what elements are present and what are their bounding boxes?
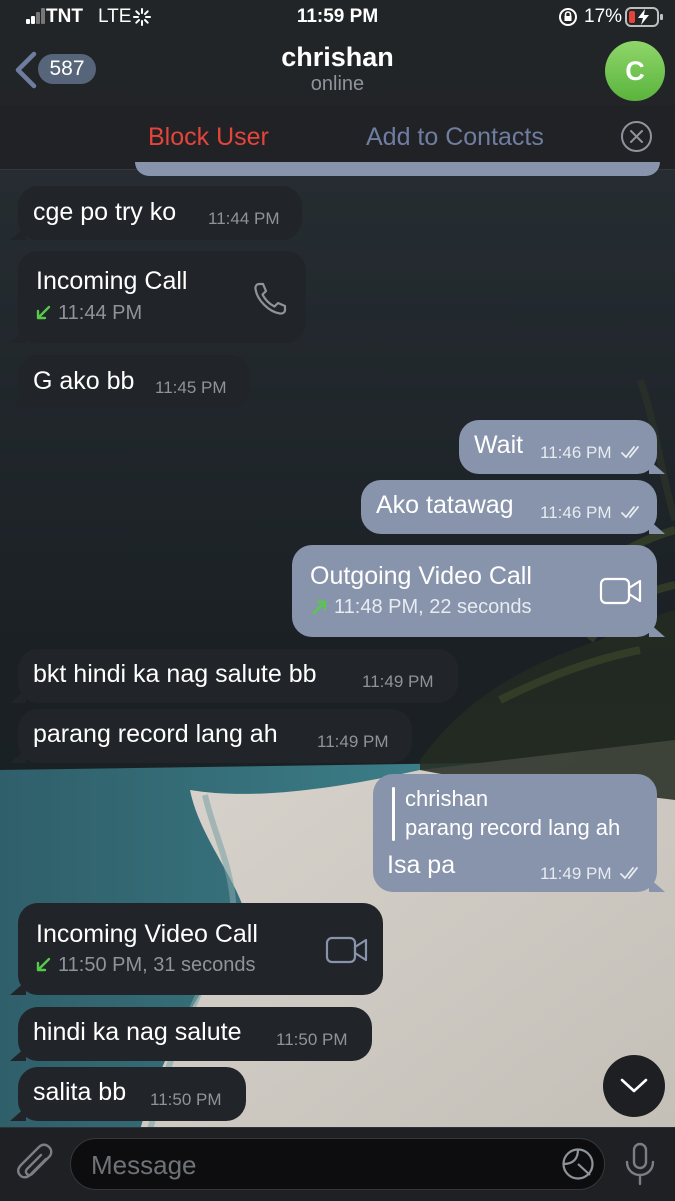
avatar[interactable]: C (605, 41, 665, 101)
add-to-contacts-button[interactable]: Add to Contacts (366, 123, 544, 152)
message-time: 11:46 PM (540, 443, 612, 462)
message-text: cge po try ko (33, 198, 177, 226)
reply-quoted-text: parang record lang ah (405, 815, 621, 840)
bubble-tail (649, 623, 665, 637)
call-bubble-incoming[interactable]: Incoming Call 11:44 PM (10, 251, 306, 343)
outgoing-arrow-icon (312, 600, 327, 615)
bubble-tail (10, 329, 26, 343)
call-bubble-outgoing[interactable]: Outgoing Video Call 11:48 PM, 22 seconds (292, 545, 665, 637)
video-camera-icon[interactable] (599, 576, 643, 606)
orientation-lock-icon (559, 8, 577, 26)
reply-quote-bar (392, 787, 395, 841)
chat-title[interactable]: chrishan (0, 42, 675, 73)
call-bubble-incoming[interactable]: Incoming Video Call 11:50 PM, 31 seconds (10, 903, 383, 995)
top-bar: TNT LTE 11:59 PM 17% 587 chrishan online… (0, 0, 675, 106)
message-text: hindi ka nag salute (33, 1018, 242, 1046)
message-input-bar: Message (0, 1127, 675, 1201)
bubble-tail (10, 749, 26, 763)
chevron-down-icon (620, 1078, 648, 1093)
call-title: Incoming Video Call (36, 920, 258, 948)
message-time: 11:49 PM (540, 864, 612, 883)
incoming-arrow-icon (36, 305, 51, 320)
message-placeholder: Message (91, 1150, 197, 1180)
message-time: 11:50 PM (150, 1090, 222, 1109)
bubble-tail (10, 226, 26, 240)
phone-icon[interactable] (250, 279, 290, 319)
message-bubble-incoming[interactable]: bkt hindi ka nag salute bb 11:49 PM (10, 649, 458, 703)
message-time: 11:49 PM (362, 672, 434, 691)
message-bubble-incoming[interactable]: cge po try ko 11:44 PM (10, 186, 302, 240)
bubble-tail (10, 689, 26, 703)
bubble-tail (649, 520, 665, 534)
message-bubble-partial (135, 162, 660, 176)
message-time: 11:50 PM (276, 1030, 348, 1049)
call-time: 11:44 PM (58, 302, 143, 324)
message-text: parang record lang ah (33, 720, 278, 748)
message-text: Ako tatawag (376, 491, 514, 519)
battery-percent: 17% (584, 6, 623, 27)
bubble-tail (10, 1047, 26, 1061)
call-time: 11:50 PM, 31 seconds (58, 954, 256, 976)
block-user-button[interactable]: Block User (148, 123, 269, 152)
battery-charging-icon (625, 7, 663, 27)
message-time: 11:44 PM (208, 209, 280, 228)
bubble-tail (10, 981, 26, 995)
video-camera-icon[interactable] (325, 935, 369, 965)
message-text: Wait (474, 431, 524, 459)
message-bubble-incoming[interactable]: G ako bb 11:45 PM (10, 355, 250, 409)
bubble-tail (649, 878, 665, 892)
message-bubble-incoming[interactable]: parang record lang ah 11:49 PM (10, 709, 412, 763)
double-check-icon (621, 506, 639, 519)
bubble-tail (10, 1107, 26, 1121)
call-time: 11:48 PM, 22 seconds (334, 596, 532, 618)
contact-action-bar: Block User Add to Contacts (0, 105, 675, 170)
call-title: Outgoing Video Call (310, 562, 532, 590)
paperclip-icon[interactable] (16, 1143, 56, 1187)
reply-message-outgoing[interactable]: chrishan parang record lang ah Isa pa 11… (373, 774, 665, 892)
scroll-to-bottom-button[interactable] (603, 1055, 665, 1117)
double-check-icon (621, 446, 639, 459)
double-check-icon (620, 867, 638, 880)
message-text: Isa pa (387, 851, 456, 879)
message-time: 11:49 PM (317, 732, 389, 751)
chat-status: online (310, 73, 365, 95)
message-text: bkt hindi ka nag salute bb (33, 660, 317, 688)
microphone-icon[interactable] (623, 1142, 657, 1188)
message-bubble-outgoing[interactable]: Ako tatawag 11:46 PM (361, 480, 665, 534)
message-text: G ako bb (33, 367, 135, 395)
close-icon[interactable] (620, 120, 653, 153)
bubble-tail (10, 395, 26, 409)
reply-author: chrishan (405, 786, 489, 811)
message-bubble-incoming[interactable]: salita bb 11:50 PM (10, 1067, 246, 1121)
message-text: salita bb (33, 1078, 127, 1106)
message-time: 11:45 PM (155, 378, 227, 397)
incoming-arrow-icon (36, 957, 51, 972)
call-title: Incoming Call (36, 267, 188, 295)
message-input-field[interactable]: Message (70, 1138, 605, 1190)
bubble-tail (649, 460, 665, 474)
message-bubble-outgoing[interactable]: Wait 11:46 PM (459, 420, 665, 474)
sticker-icon[interactable] (561, 1147, 595, 1181)
message-time: 11:46 PM (540, 503, 612, 522)
message-bubble-incoming[interactable]: hindi ka nag salute 11:50 PM (10, 1007, 372, 1061)
